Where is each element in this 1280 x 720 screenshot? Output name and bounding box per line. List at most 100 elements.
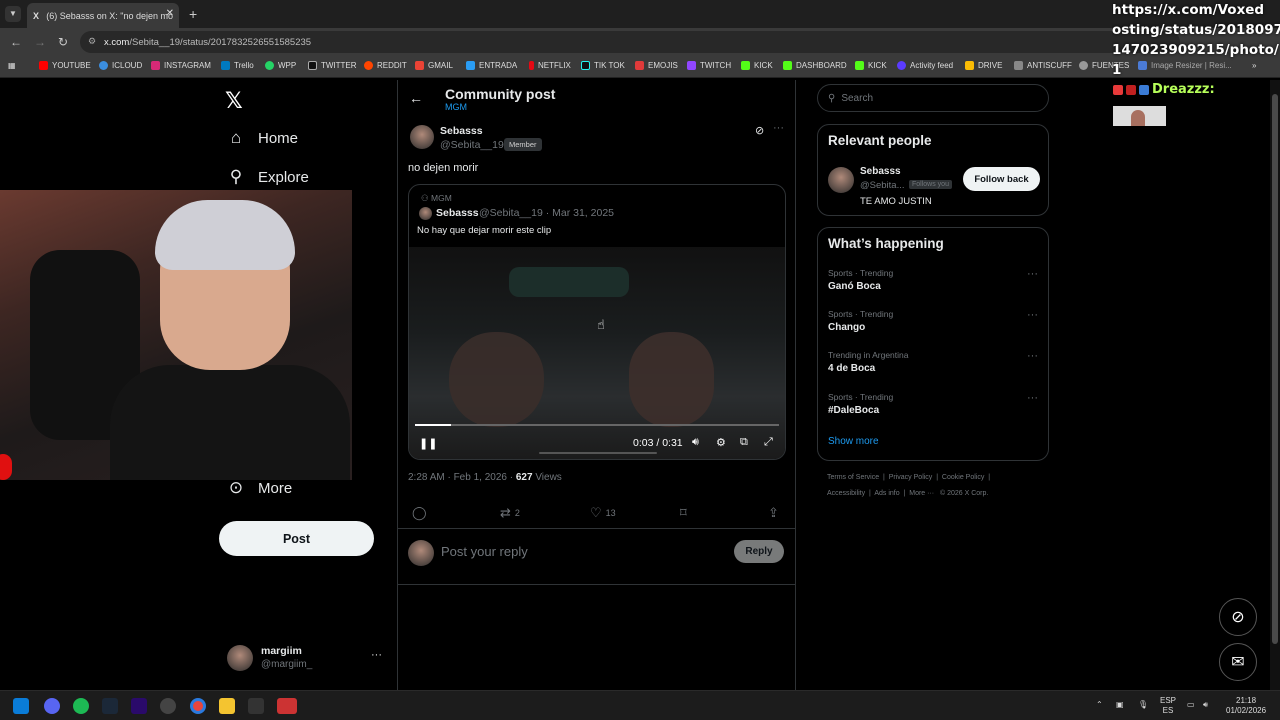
bookmark-emojis[interactable]: EMOJIS — [635, 61, 678, 70]
bookmark-trello[interactable]: Trello — [221, 61, 254, 70]
more-dots-icon[interactable]: ··· — [773, 122, 784, 134]
bookmark-wpp[interactable]: WPP — [265, 61, 296, 70]
back-icon[interactable]: ← — [10, 35, 22, 49]
reply-input[interactable]: Post your reply — [441, 544, 528, 559]
reply-action[interactable]: ◯ — [412, 505, 431, 521]
microphone-icon[interactable]: 🎙︎ — [1138, 700, 1148, 710]
grok-icon[interactable]: ⊘ — [755, 124, 764, 137]
scrollbar[interactable] — [1270, 80, 1280, 690]
browser-tab[interactable]: X (6) Sebasss on X: "no dejen mo ✕ — [27, 3, 179, 28]
mail-icon: ✉ — [1231, 654, 1245, 671]
like-action[interactable]: ♡ 13 — [590, 505, 616, 521]
forward-icon[interactable]: → — [34, 35, 46, 49]
bookmark-twitter[interactable]: TWITTER — [308, 61, 357, 70]
footer-cookie[interactable]: Cookie Policy — [942, 474, 984, 481]
bookmark-action[interactable]: ⌑ — [680, 505, 691, 521]
nav-explore[interactable]: ⚲ Explore — [226, 167, 309, 187]
bookmark-reddit[interactable]: REDDIT — [364, 61, 407, 70]
settings-icon[interactable]: ⚙ — [716, 436, 726, 449]
tab-close-icon[interactable]: ✕ — [166, 8, 174, 19]
nav-home[interactable]: ⌂ Home — [226, 128, 298, 148]
person-avatar[interactable] — [828, 167, 854, 193]
bookmark-instagram[interactable]: INSTAGRAM — [151, 61, 211, 70]
video-progress-bar[interactable] — [415, 424, 779, 426]
bookmark-tiktok[interactable]: TIK TOK — [581, 61, 625, 70]
fullscreen-icon[interactable]: ⤢ — [764, 436, 773, 449]
site-info-icon[interactable]: ⚙ — [88, 36, 96, 47]
share-action[interactable]: ⇪ — [768, 505, 783, 521]
community-link[interactable]: MGM — [445, 102, 467, 112]
trend-item[interactable]: Sports · Trending #DaleBoca ··· — [828, 392, 1038, 416]
bookmark-twitch[interactable]: TWITCH — [687, 61, 731, 70]
volume-icon[interactable]: 🔊︎ — [692, 436, 699, 449]
nav-more[interactable]: ⊙ More — [226, 478, 292, 498]
show-more-link[interactable]: Show more — [828, 436, 879, 447]
bookmark-gmail[interactable]: GMAIL — [415, 61, 453, 70]
address-bar[interactable]: ⚙ x.com /Sebita__19/status/2017832526551… — [80, 31, 1180, 53]
bookmark-antiscuff[interactable]: ANTISCUFF — [1014, 61, 1072, 70]
bookmark-kick[interactable]: KICK — [741, 61, 773, 70]
grok-float-button[interactable]: ⊘ — [1219, 598, 1257, 636]
footer-ads-info[interactable]: Ads info — [874, 490, 899, 497]
author-avatar[interactable] — [410, 125, 434, 149]
volume-icon[interactable]: 🔊︎ — [1203, 700, 1208, 710]
discord-icon[interactable] — [44, 698, 60, 714]
apps-icon[interactable]: ▦ — [8, 61, 16, 70]
bookmark-icloud[interactable]: ICLOUD — [99, 61, 142, 70]
trend-item[interactable]: Trending in Argentina 4 de Boca ··· — [828, 350, 1038, 374]
search-input[interactable]: ⚲ Search — [817, 84, 1049, 112]
author-handle[interactable]: @Sebita__19 · — [440, 139, 510, 151]
reload-icon[interactable]: ↻ — [58, 35, 68, 49]
quoted-post[interactable]: ⚇ MGM Sebasss @Sebita__19 · Mar 31, 2025… — [408, 184, 786, 460]
post-button[interactable]: Post — [219, 521, 374, 556]
pip-icon[interactable]: ⧉ — [740, 436, 748, 449]
language-indicator[interactable]: ESP ES — [1160, 696, 1176, 716]
bookmark-entrada[interactable]: ENTRADA — [466, 61, 517, 70]
more-dots-icon[interactable]: ··· — [1027, 309, 1038, 321]
video-player[interactable]: ☝ ❚❚ 0:03 / 0:31 🔊︎ ⚙ ⧉ ⤢ — [409, 247, 785, 459]
footer-privacy[interactable]: Privacy Policy — [889, 474, 933, 481]
tray-expand-icon[interactable]: ⌃ — [1096, 700, 1103, 710]
bookmark-activity-feed[interactable]: Activity feed — [897, 61, 953, 70]
follow-back-button[interactable]: Follow back — [963, 167, 1040, 191]
footer-accessibility[interactable]: Accessibility — [827, 490, 865, 497]
reply-button[interactable]: Reply — [734, 540, 784, 563]
trend-item[interactable]: Sports · Trending Ganó Boca ··· — [828, 268, 1038, 292]
footer-terms[interactable]: Terms of Service — [827, 474, 879, 481]
new-tab-icon[interactable]: + — [189, 6, 197, 22]
clock[interactable]: 21:18 01/02/2026 — [1226, 696, 1266, 716]
person-name[interactable]: Sebasss — [860, 166, 901, 177]
more-dots-icon[interactable]: ··· — [371, 649, 382, 661]
footer-more[interactable]: More ··· — [909, 490, 934, 497]
bookmark-netflix[interactable]: NETFLIX — [529, 61, 571, 70]
chrome-icon[interactable] — [190, 698, 206, 714]
premiere-icon[interactable] — [131, 698, 147, 714]
bookmark-dashboard[interactable]: DASHBOARD — [783, 61, 847, 70]
person-handle[interactable]: @Sebita... — [860, 180, 905, 191]
messages-float-button[interactable]: ✉ — [1219, 643, 1257, 681]
app-icon[interactable] — [248, 698, 264, 714]
file-explorer-icon[interactable] — [219, 698, 235, 714]
windows-start-icon[interactable] — [13, 698, 29, 714]
more-dots-icon[interactable]: ··· — [1027, 350, 1038, 362]
bookmark-kick-2[interactable]: KICK — [855, 61, 887, 70]
bookmark-drive[interactable]: DRIVE — [965, 61, 1002, 70]
app-icon[interactable] — [277, 698, 297, 714]
account-switcher[interactable]: margiim @margiim_ ··· — [227, 645, 387, 675]
spotify-icon[interactable] — [73, 698, 89, 714]
tab-search-icon[interactable]: ▼ — [5, 6, 21, 22]
scrollbar-thumb[interactable] — [1272, 94, 1278, 644]
author-name[interactable]: Sebasss — [440, 125, 483, 137]
network-icon[interactable]: ▭ — [1187, 700, 1195, 710]
tray-app-icon[interactable]: ▣ — [1116, 700, 1124, 710]
back-arrow-icon[interactable]: ← — [409, 90, 423, 106]
more-dots-icon[interactable]: ··· — [1027, 392, 1038, 404]
obs-icon[interactable] — [160, 698, 176, 714]
steam-icon[interactable] — [102, 698, 118, 714]
bookmark-youtube[interactable]: YOUTUBE — [39, 61, 91, 70]
more-dots-icon[interactable]: ··· — [1027, 268, 1038, 280]
pause-icon[interactable]: ❚❚ — [419, 437, 437, 450]
x-logo-icon[interactable]: 𝕏 — [225, 88, 243, 114]
trend-item[interactable]: Sports · Trending Chango ··· — [828, 309, 1038, 333]
repost-action[interactable]: ⇄ 2 — [500, 505, 520, 521]
